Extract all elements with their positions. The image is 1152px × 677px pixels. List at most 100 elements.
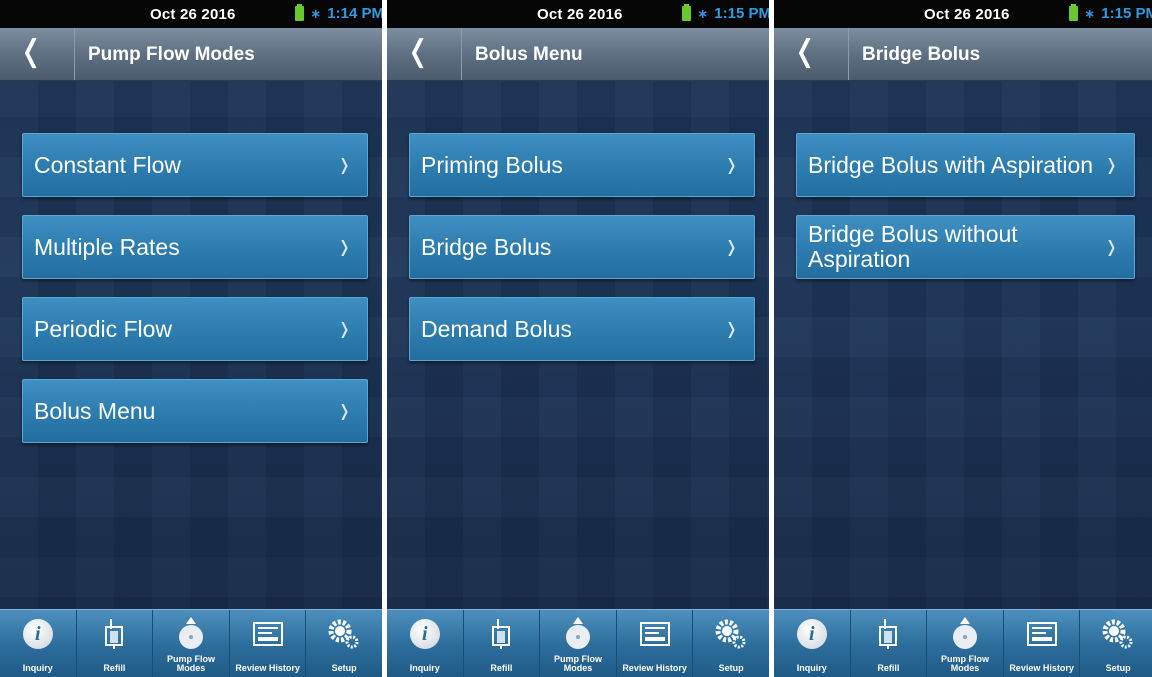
menu-item-label: Bridge Bolus bbox=[421, 233, 552, 260]
gears-icon bbox=[713, 618, 749, 650]
chevron-right-icon: ❭ bbox=[724, 239, 738, 256]
tab-label: Review History bbox=[622, 663, 687, 673]
status-bar: Oct 26 2016 ∗ 1:14 PM bbox=[0, 0, 382, 28]
page-title: Pump Flow Modes bbox=[88, 44, 255, 65]
status-time: 1:15 PM bbox=[714, 5, 769, 22]
pump-icon bbox=[947, 617, 983, 650]
battery-icon bbox=[682, 4, 692, 21]
tab-refill[interactable]: Refill bbox=[77, 610, 154, 677]
tab-inquiry[interactable]: i Inquiry bbox=[387, 610, 464, 677]
tab-label: Refill bbox=[877, 663, 900, 673]
tab-refill[interactable]: Refill bbox=[464, 610, 541, 677]
screen-bridge-bolus: Oct 26 2016 ∗ 1:15 PM ❬ Bridge Bolus Bri… bbox=[774, 0, 1152, 677]
title-bar: ❬ Bridge Bolus bbox=[774, 28, 1152, 81]
bottom-tab-bar: i Inquiry Refill Pump Flow Modes Review … bbox=[0, 609, 382, 677]
tab-label: Inquiry bbox=[22, 663, 53, 673]
chevron-right-icon: ❭ bbox=[337, 157, 351, 174]
screen-pump-flow-modes: Oct 26 2016 ∗ 1:14 PM ❬ Pump Flow Modes … bbox=[0, 0, 382, 677]
chevron-right-icon: ❭ bbox=[1104, 157, 1118, 174]
status-date: Oct 26 2016 bbox=[150, 6, 236, 23]
battery-icon bbox=[1069, 4, 1079, 21]
page-title: Bolus Menu bbox=[475, 44, 583, 65]
menu-item-bridge-bolus-with-aspiration[interactable]: Bridge Bolus with Aspiration ❭ bbox=[796, 133, 1135, 197]
tab-label: Review History bbox=[235, 663, 300, 673]
menu-item-label: Periodic Flow bbox=[34, 315, 173, 342]
menu-item-periodic-flow[interactable]: Periodic Flow ❭ bbox=[22, 297, 368, 361]
chevron-right-icon: ❭ bbox=[337, 321, 351, 338]
tab-label: Inquiry bbox=[796, 663, 827, 673]
tab-label: Pump Flow Modes bbox=[940, 654, 989, 673]
status-date: Oct 26 2016 bbox=[924, 6, 1010, 23]
status-bar: Oct 26 2016 ∗ 1:15 PM bbox=[774, 0, 1152, 28]
tab-review-history[interactable]: Review History bbox=[617, 610, 694, 677]
menu-item-priming-bolus[interactable]: Priming Bolus ❭ bbox=[409, 133, 755, 197]
tab-label: Setup bbox=[331, 663, 357, 673]
back-chevron-icon: ❬ bbox=[792, 35, 818, 68]
syringe-icon bbox=[483, 618, 519, 650]
menu-item-bridge-bolus-without-aspiration[interactable]: Bridge Bolus without Aspiration ❭ bbox=[796, 215, 1135, 279]
history-screen-icon bbox=[1024, 618, 1060, 650]
menu-item-bridge-bolus[interactable]: Bridge Bolus ❭ bbox=[409, 215, 755, 279]
page-title: Bridge Bolus bbox=[862, 44, 981, 65]
tab-pump-flow-modes[interactable]: Pump Flow Modes bbox=[153, 610, 230, 677]
info-icon: i bbox=[796, 619, 827, 649]
syringe-icon bbox=[96, 618, 132, 650]
screen-bolus-menu: Oct 26 2016 ∗ 1:15 PM ❬ Bolus Menu Primi… bbox=[387, 0, 769, 677]
tab-label: Pump Flow Modes bbox=[166, 654, 215, 673]
menu-item-label: Bridge Bolus with Aspiration bbox=[808, 151, 1094, 178]
title-divider bbox=[74, 28, 75, 80]
gears-icon bbox=[1100, 618, 1136, 650]
menu-list: Bridge Bolus with Aspiration ❭ Bridge Bol… bbox=[796, 133, 1135, 297]
chevron-right-icon: ❭ bbox=[1104, 239, 1118, 256]
back-button[interactable]: ❬ bbox=[387, 28, 449, 80]
tab-label: Setup bbox=[718, 663, 744, 673]
menu-item-label: Bridge Bolus without Aspiration bbox=[808, 221, 1018, 272]
back-button[interactable]: ❬ bbox=[0, 28, 62, 80]
tab-review-history[interactable]: Review History bbox=[230, 610, 307, 677]
tab-setup[interactable]: Setup bbox=[693, 610, 769, 677]
tab-refill[interactable]: Refill bbox=[851, 610, 928, 677]
bluetooth-icon: ∗ bbox=[1084, 5, 1096, 21]
status-time: 1:15 PM bbox=[1101, 5, 1152, 22]
tab-pump-flow-modes[interactable]: Pump Flow Modes bbox=[540, 610, 617, 677]
pump-icon bbox=[173, 617, 209, 650]
pump-icon bbox=[560, 617, 596, 650]
status-date: Oct 26 2016 bbox=[537, 6, 623, 23]
tab-label: Setup bbox=[1105, 663, 1131, 673]
menu-item-label: Multiple Rates bbox=[34, 233, 180, 260]
menu-item-label: Constant Flow bbox=[34, 151, 182, 178]
title-divider bbox=[461, 28, 462, 80]
info-icon: i bbox=[409, 619, 440, 649]
menu-item-constant-flow[interactable]: Constant Flow ❭ bbox=[22, 133, 368, 197]
chevron-right-icon: ❭ bbox=[724, 321, 738, 338]
gears-icon bbox=[326, 618, 362, 650]
menu-list: Priming Bolus ❭ Bridge Bolus ❭ Demand Bolu… bbox=[409, 133, 755, 379]
bottom-tab-bar: i Inquiry Refill Pump Flow Modes Review … bbox=[774, 609, 1152, 677]
bluetooth-icon: ∗ bbox=[697, 5, 709, 21]
menu-item-multiple-rates[interactable]: Multiple Rates ❭ bbox=[22, 215, 368, 279]
menu-item-label: Bolus Menu bbox=[34, 397, 156, 424]
tab-inquiry[interactable]: i Inquiry bbox=[0, 610, 77, 677]
tab-label: Refill bbox=[103, 663, 126, 673]
menu-item-label: Priming Bolus bbox=[421, 151, 563, 178]
tab-setup[interactable]: Setup bbox=[1080, 610, 1152, 677]
bluetooth-icon: ∗ bbox=[310, 5, 322, 21]
title-bar: ❬ Pump Flow Modes bbox=[0, 28, 382, 81]
chevron-right-icon: ❭ bbox=[337, 403, 351, 420]
status-bar: Oct 26 2016 ∗ 1:15 PM bbox=[387, 0, 769, 28]
tab-setup[interactable]: Setup bbox=[306, 610, 382, 677]
info-icon: i bbox=[22, 619, 53, 649]
tab-pump-flow-modes[interactable]: Pump Flow Modes bbox=[927, 610, 1004, 677]
status-time: 1:14 PM bbox=[327, 5, 382, 22]
tab-review-history[interactable]: Review History bbox=[1004, 610, 1081, 677]
menu-item-bolus-menu[interactable]: Bolus Menu ❭ bbox=[22, 379, 368, 443]
bottom-tab-bar: i Inquiry Refill Pump Flow Modes Review … bbox=[387, 609, 769, 677]
battery-icon bbox=[295, 4, 305, 21]
chevron-right-icon: ❭ bbox=[724, 157, 738, 174]
tab-inquiry[interactable]: i Inquiry bbox=[774, 610, 851, 677]
syringe-icon bbox=[870, 618, 906, 650]
menu-item-demand-bolus[interactable]: Demand Bolus ❭ bbox=[409, 297, 755, 361]
back-button[interactable]: ❬ bbox=[774, 28, 836, 80]
title-divider bbox=[848, 28, 849, 80]
tab-label: Inquiry bbox=[409, 663, 440, 673]
